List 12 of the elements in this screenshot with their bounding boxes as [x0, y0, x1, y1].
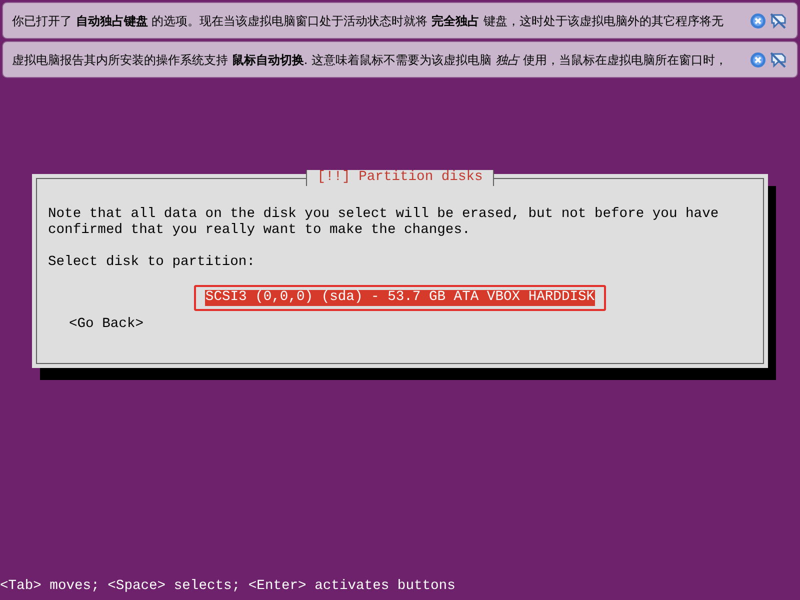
notification-text: 虚拟电脑报告其内所安装的操作系统支持 鼠标自动切换. 这意味着鼠标不需要为该虚拟电脑 独占 使用，当鼠标在虚拟电脑所在窗口时， — [12, 52, 728, 68]
close-icon[interactable] — [750, 52, 766, 68]
crossed-bubble-icon[interactable] — [769, 12, 787, 30]
close-icon[interactable] — [750, 12, 766, 28]
dialog-message: Note that all data on the disk you select will be erased, but not before you have confirmed that you really want to make the changes. — [48, 207, 720, 239]
dialog-title: [!!] Partition disks — [306, 170, 494, 186]
status-hint-text: <Tab> moves; <Space> selects; <Enter> activates buttons — [0, 579, 456, 594]
disk-option[interactable]: SCSI3 (0,0,0) (sda) - 53.7 GB ATA VBOX HARDDISK — [205, 290, 595, 306]
notification-text: 你已打开了 自动独占键盘 的选项。现在当该虚拟电脑窗口处于活动状态时就将 完全独占 键盘，这时处于该虚拟电脑外的其它程序将无 — [12, 12, 724, 30]
crossed-bubble-icon[interactable] — [769, 50, 787, 68]
go-back-button[interactable]: <Go Back> — [69, 317, 144, 333]
prompt-text: Select disk to partition: — [48, 255, 256, 271]
